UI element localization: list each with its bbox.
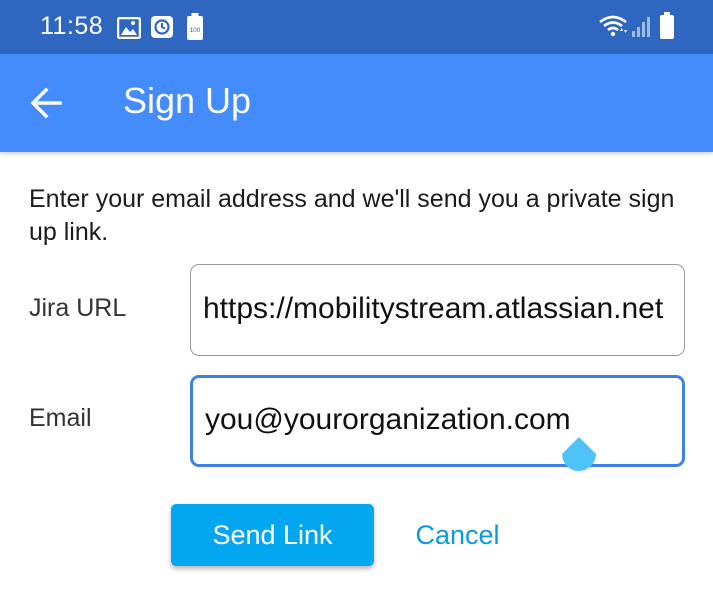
back-button[interactable] bbox=[22, 83, 70, 123]
battery-percent-text: 100 bbox=[190, 27, 201, 34]
intro-text: Enter your email address and we'll send … bbox=[29, 185, 675, 246]
send-link-button[interactable]: Send Link bbox=[171, 504, 374, 566]
wifi-icon bbox=[599, 15, 627, 37]
text-cursor-handle[interactable] bbox=[559, 436, 599, 484]
status-time: 11:58 bbox=[40, 12, 104, 40]
page-title: Sign Up bbox=[123, 80, 252, 121]
jira-url-input[interactable]: https://mobilitystream.atlassian.net bbox=[190, 264, 685, 356]
jira-url-label: Jira URL bbox=[29, 294, 127, 322]
image-icon bbox=[117, 17, 141, 39]
cancel-button[interactable]: Cancel bbox=[395, 504, 520, 566]
email-input[interactable]: you@yourorganization.com bbox=[190, 375, 685, 467]
status-bar: 11:58 100 bbox=[0, 0, 713, 54]
battery-saver-icon: 100 bbox=[187, 13, 203, 40]
signal-icon bbox=[632, 17, 650, 37]
arrow-left-icon bbox=[30, 87, 62, 119]
clock-icon bbox=[151, 16, 173, 38]
app-bar: Sign Up bbox=[0, 54, 713, 152]
battery-icon bbox=[660, 12, 674, 39]
email-label: Email bbox=[29, 404, 92, 432]
